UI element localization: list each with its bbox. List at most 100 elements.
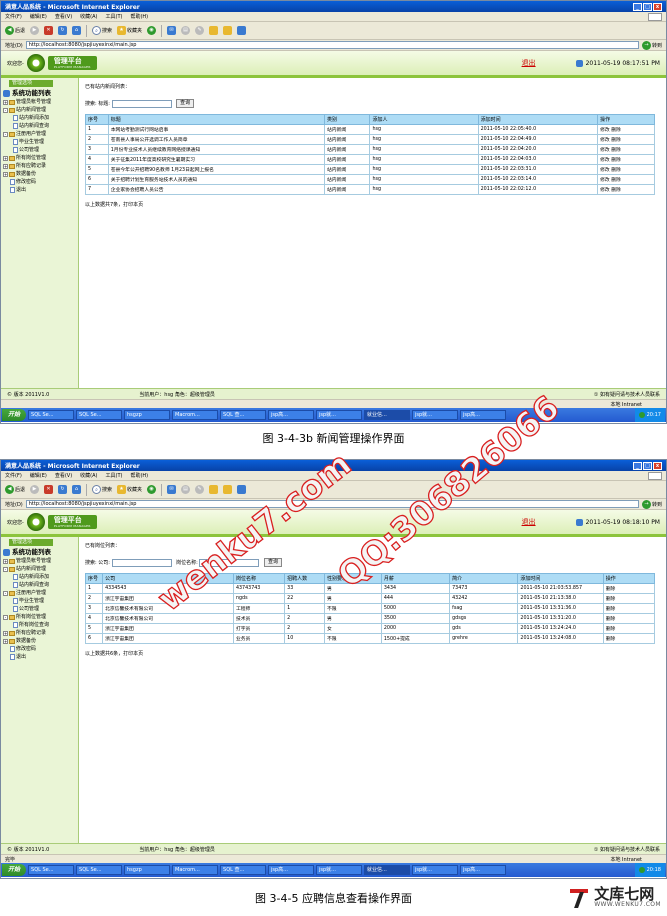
search-button[interactable]: ⌕ 搜索 — [92, 26, 112, 35]
menu-item[interactable]: 收藏(A) — [80, 472, 97, 479]
taskbar-button[interactable]: SQL 查... — [220, 865, 267, 875]
folder-icon[interactable] — [209, 26, 219, 35]
logout-link[interactable]: 退出 — [522, 58, 536, 68]
sidebar-item[interactable]: 修改密码 — [3, 645, 76, 653]
row-actions-link[interactable]: 修改 删除 — [597, 154, 655, 165]
address-input[interactable]: http://localhost:8080/jspjiuyexinxi/main… — [25, 500, 639, 508]
refresh-icon[interactable]: ↻ — [58, 26, 68, 35]
taskbar-button[interactable]: 就业信... — [364, 410, 411, 420]
taskbar-button[interactable]: SQL Se... — [28, 865, 75, 875]
row-actions-link[interactable]: 删除 — [602, 623, 656, 634]
taskbar-button[interactable]: hsgzp — [124, 865, 171, 875]
tray-icon[interactable] — [638, 412, 645, 418]
row-actions-link[interactable]: 修改 删除 — [597, 184, 655, 195]
sidebar-item[interactable]: - 注册用户管理 — [3, 589, 76, 597]
start-button[interactable]: 开始 — [2, 409, 27, 421]
menu-item[interactable]: 编辑(E) — [30, 472, 47, 479]
expand-icon[interactable]: + — [3, 171, 8, 177]
edit-icon[interactable]: ✎ — [195, 26, 205, 35]
taskbar-button[interactable]: SQL Se... — [76, 410, 123, 420]
sidebar-item[interactable]: 所有岗位查询 — [3, 621, 76, 629]
sidebar-item[interactable]: 公司管理 — [3, 605, 76, 613]
research-icon[interactable] — [237, 485, 247, 494]
expand-icon[interactable]: + — [3, 638, 8, 644]
taskbar-button[interactable]: jsp高... — [268, 410, 315, 420]
row-actions-link[interactable]: 删除 — [602, 603, 656, 614]
search-input[interactable] — [199, 558, 260, 567]
sidebar-item[interactable]: + 所有应聘记录 — [3, 629, 76, 637]
table-footer[interactable]: 以上数据共6条，打印本页 — [85, 650, 660, 657]
collapse-icon[interactable]: - — [3, 131, 8, 137]
mail-icon[interactable]: ✉ — [167, 485, 177, 494]
menu-item[interactable]: 工具(T) — [106, 472, 123, 479]
back-button[interactable]: ◀ 后退 — [5, 26, 25, 35]
sidebar-item[interactable]: 站内新闻查询 — [3, 581, 76, 589]
sidebar-item[interactable]: + 所有岗位管理 — [3, 154, 76, 162]
home-icon[interactable]: ⌂ — [72, 485, 82, 494]
mail-icon[interactable]: ✉ — [167, 26, 177, 35]
start-button[interactable]: 开始 — [2, 864, 27, 876]
sidebar-item[interactable]: 修改密码 — [3, 178, 76, 186]
sidebar-item[interactable]: - 所有岗位管理 — [3, 613, 76, 621]
maximize-button[interactable]: □ — [643, 461, 652, 470]
taskbar-button[interactable]: SQL 查... — [220, 410, 267, 420]
expand-icon[interactable]: + — [3, 558, 8, 564]
print-icon[interactable]: ▤ — [181, 485, 191, 494]
media-icon[interactable]: ◉ — [147, 26, 157, 35]
expand-icon[interactable]: + — [3, 163, 8, 169]
expand-icon[interactable]: + — [3, 630, 8, 636]
taskbar-button[interactable]: jsp就... — [412, 865, 459, 875]
sidebar-item[interactable]: + 数据备份 — [3, 170, 76, 178]
sidebar-item[interactable]: + 管理员帐号管理 — [3, 98, 76, 106]
print-icon[interactable]: ▤ — [181, 26, 191, 35]
stop-icon[interactable]: ✕ — [44, 485, 54, 494]
row-actions-link[interactable]: 删除 — [602, 583, 656, 594]
taskbar-button[interactable]: SQL Se... — [28, 410, 75, 420]
row-actions-link[interactable]: 修改 删除 — [597, 124, 655, 135]
minimize-button[interactable]: _ — [633, 461, 642, 470]
refresh-icon[interactable]: ↻ — [58, 485, 68, 494]
search-button[interactable]: ⌕ 搜索 — [92, 485, 112, 494]
collapse-icon[interactable]: - — [3, 566, 8, 572]
taskbar-button[interactable]: jsp高... — [460, 410, 507, 420]
maximize-button[interactable]: □ — [643, 2, 652, 11]
go-button[interactable]: → 转到 — [641, 40, 662, 50]
sidebar-item[interactable]: 公司管理 — [3, 146, 76, 154]
row-actions-link[interactable]: 修改 删除 — [597, 174, 655, 185]
favorites-button[interactable]: ★ 收藏夹 — [117, 26, 142, 35]
sidebar-item[interactable]: 退出 — [3, 653, 76, 661]
taskbar-button[interactable]: Macrom... — [172, 410, 219, 420]
forward-arrow-icon[interactable]: ▶ — [30, 485, 40, 494]
edit-icon[interactable]: ✎ — [195, 485, 205, 494]
forward-arrow-icon[interactable]: ▶ — [30, 26, 40, 35]
search-button[interactable]: 查询 — [264, 558, 283, 567]
sidebar-item[interactable]: - 站内新闻管理 — [3, 565, 76, 573]
menu-item[interactable]: 查看(V) — [55, 13, 72, 20]
taskbar-button[interactable]: jsp高... — [268, 865, 315, 875]
taskbar-button[interactable]: jsp就... — [412, 410, 459, 420]
media-icon[interactable]: ◉ — [147, 485, 157, 494]
row-actions-link[interactable]: 修改 删除 — [597, 144, 655, 155]
address-input[interactable]: http://localhost:8080/jspjiuyexinxi/main… — [25, 41, 639, 49]
collapse-icon[interactable]: - — [3, 107, 8, 113]
taskbar-button[interactable]: jsp就... — [316, 865, 363, 875]
messenger-icon[interactable] — [223, 485, 233, 494]
taskbar-button[interactable]: SQL Se... — [76, 865, 123, 875]
row-actions-link[interactable]: 修改 删除 — [597, 134, 655, 145]
menu-item[interactable]: 文件(F) — [5, 472, 22, 479]
close-button[interactable]: x — [653, 461, 662, 470]
go-button[interactable]: → 转到 — [641, 499, 662, 509]
messenger-icon[interactable] — [223, 26, 233, 35]
logout-link[interactable]: 退出 — [522, 517, 536, 527]
expand-icon[interactable]: + — [3, 155, 8, 161]
favorites-button[interactable]: ★ 收藏夹 — [117, 485, 142, 494]
sidebar-item[interactable]: 退出 — [3, 186, 76, 194]
folder-icon[interactable] — [209, 485, 219, 494]
menu-item[interactable]: 收藏(A) — [80, 13, 97, 20]
sidebar-item[interactable]: 毕业生管理 — [3, 597, 76, 605]
taskbar-button[interactable]: Macrom... — [172, 865, 219, 875]
sidebar-item[interactable]: 站内新闻添加 — [3, 114, 76, 122]
sidebar-item[interactable]: - 站内新闻管理 — [3, 106, 76, 114]
research-icon[interactable] — [237, 26, 247, 35]
menu-item[interactable]: 工具(T) — [106, 13, 123, 20]
